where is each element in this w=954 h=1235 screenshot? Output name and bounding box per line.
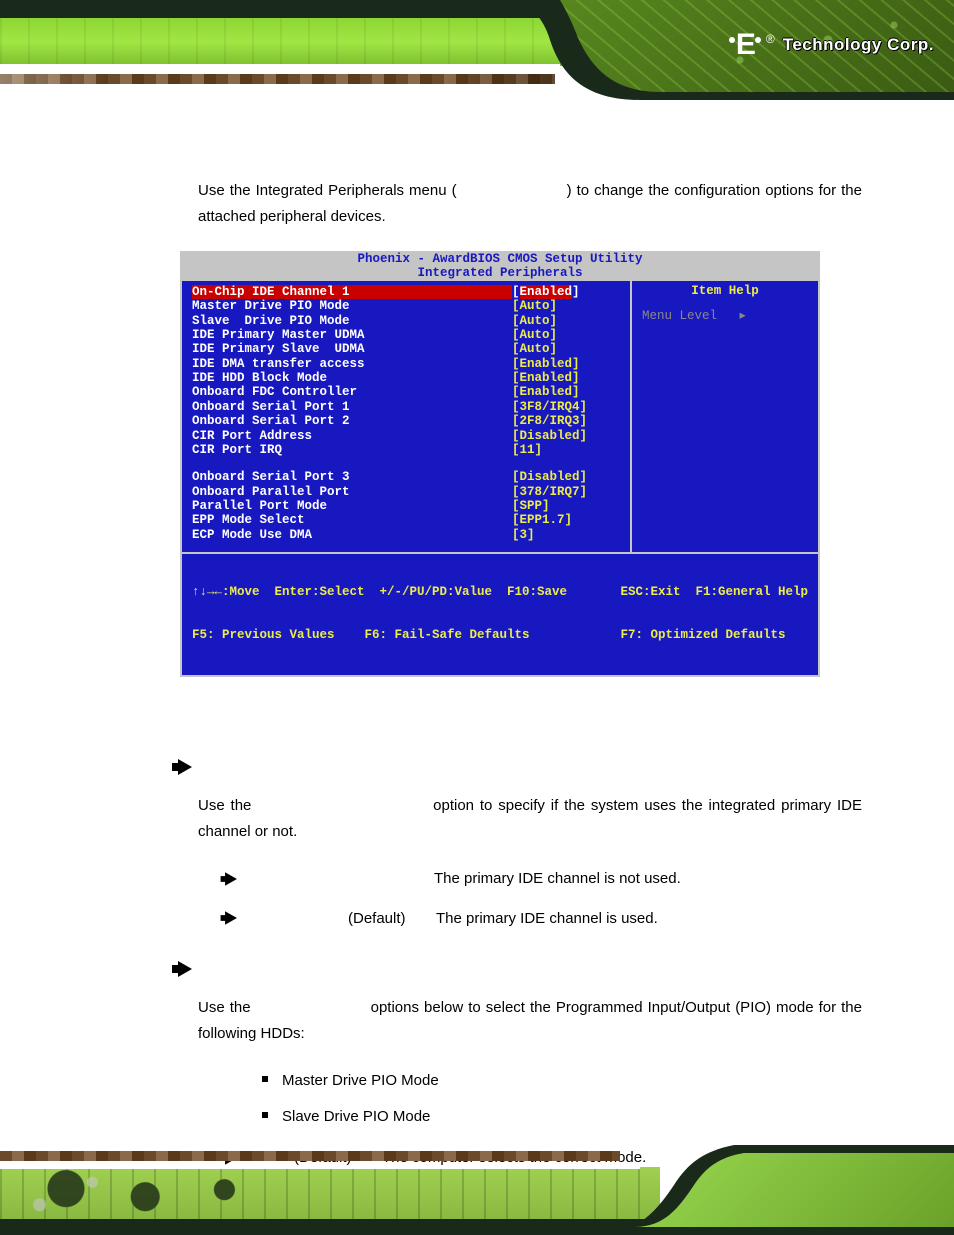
option-arrow-icon bbox=[225, 872, 237, 886]
bios-setting-label: CIR Port Address bbox=[192, 429, 512, 443]
section-arrow-icon bbox=[178, 759, 862, 775]
intro-paragraph: Use the Integrated Peripherals menu () t… bbox=[198, 178, 862, 229]
footer-green-strip bbox=[0, 1167, 660, 1221]
footer-divider bbox=[0, 1165, 640, 1169]
brand-logo: E ® Technology Corp. bbox=[728, 28, 934, 62]
bios-setting-value: [Auto] bbox=[512, 314, 622, 328]
option-row-enabled: (Default) The primary IDE channel is use… bbox=[224, 906, 862, 932]
header-divider bbox=[0, 64, 560, 68]
option-description: The primary IDE channel is not used. bbox=[434, 866, 862, 892]
bios-setting-label: Onboard FDC Controller bbox=[192, 385, 512, 399]
header-dark-strip bbox=[0, 0, 600, 18]
bios-setting-row: IDE HDD Block Mode[Enabled] bbox=[192, 371, 622, 385]
bios-setting-label: IDE Primary Master UDMA bbox=[192, 328, 512, 342]
bios-setting-label: Slave Drive PIO Mode bbox=[192, 314, 512, 328]
bios-setting-row: Onboard Serial Port 3[Disabled] bbox=[192, 470, 622, 484]
section-drive-pio-mode: Use the options below to select the Prog… bbox=[198, 961, 862, 1171]
bios-setting-label: On-Chip IDE Channel 1 bbox=[192, 285, 512, 299]
bios-setting-value: [EPP1.7] bbox=[512, 513, 622, 527]
bios-setting-label: IDE HDD Block Mode bbox=[192, 371, 512, 385]
pio-mode-list: Master Drive PIO Mode Slave Drive PIO Mo… bbox=[262, 1068, 862, 1129]
bios-setting-label: Onboard Serial Port 3 bbox=[192, 470, 512, 484]
bios-setting-value: [Enabled] bbox=[512, 285, 622, 299]
bios-setting-value: [Enabled] bbox=[512, 385, 622, 399]
bios-setting-label: CIR Port IRQ bbox=[192, 443, 512, 457]
bios-setting-value: [SPP] bbox=[512, 499, 622, 513]
bios-setting-label: IDE DMA transfer access bbox=[192, 357, 512, 371]
bios-setting-value: [Auto] bbox=[512, 299, 622, 313]
bios-settings-pane: On-Chip IDE Channel 1[Enabled]Master Dri… bbox=[182, 281, 630, 552]
bios-setting-row: Onboard Serial Port 2[2F8/IRQ3] bbox=[192, 414, 622, 428]
bios-setting-row: Onboard Serial Port 1[3F8/IRQ4] bbox=[192, 400, 622, 414]
bios-setting-row: Parallel Port Mode[SPP] bbox=[192, 499, 622, 513]
option-description: The primary IDE channel is used. bbox=[436, 906, 862, 932]
bios-setting-row: Master Drive PIO Mode[Auto] bbox=[192, 299, 622, 313]
section-arrow-icon bbox=[178, 961, 862, 977]
bios-footer: ↑↓→←:Move Enter:Select +/-/PU/PD:Value F… bbox=[180, 554, 820, 677]
option-default-marker: (Default) bbox=[348, 906, 436, 932]
bios-setting-value: [2F8/IRQ3] bbox=[512, 414, 622, 428]
bios-setting-value: [Enabled] bbox=[512, 357, 622, 371]
bios-setting-value: [Auto] bbox=[512, 342, 622, 356]
bios-setting-row: CIR Port Address[Disabled] bbox=[192, 429, 622, 443]
bios-setting-value: [11] bbox=[512, 443, 622, 457]
header-green-strip bbox=[0, 18, 600, 66]
bios-setting-row: Onboard Parallel Port[378/IRQ7] bbox=[192, 485, 622, 499]
bios-help-heading: Item Help bbox=[632, 281, 818, 301]
header-connector-bar bbox=[0, 74, 555, 84]
section-on-chip-ide: Use the option to specify if the system … bbox=[198, 759, 862, 931]
bios-setting-row: Slave Drive PIO Mode[Auto] bbox=[192, 314, 622, 328]
bios-setting-value: [Auto] bbox=[512, 328, 622, 342]
option-row-disabled: The primary IDE channel is not used. bbox=[224, 866, 862, 892]
bios-setting-row: IDE Primary Slave UDMA[Auto] bbox=[192, 342, 622, 356]
section-body: Use the option to specify if the system … bbox=[198, 793, 862, 844]
bios-setting-label: Master Drive PIO Mode bbox=[192, 299, 512, 313]
list-item: Master Drive PIO Mode bbox=[262, 1068, 862, 1094]
footer-curve bbox=[594, 1145, 954, 1235]
option-arrow-icon bbox=[225, 912, 237, 926]
bios-setting-row: IDE DMA transfer access[Enabled] bbox=[192, 357, 622, 371]
bios-help-pane: Item Help Menu Level ▸ bbox=[630, 281, 818, 552]
bios-screenshot: Phoenix - AwardBIOS CMOS Setup Utility I… bbox=[180, 251, 820, 677]
bios-setting-label: Onboard Serial Port 1 bbox=[192, 400, 512, 414]
brand-text: Technology Corp. bbox=[783, 35, 934, 55]
bios-title: Phoenix - AwardBIOS CMOS Setup Utility I… bbox=[180, 251, 820, 281]
bios-setting-label: Onboard Parallel Port bbox=[192, 485, 512, 499]
bios-setting-label: Onboard Serial Port 2 bbox=[192, 414, 512, 428]
bios-setting-row: IDE Primary Master UDMA[Auto] bbox=[192, 328, 622, 342]
menu-level-arrow-icon: ▸ bbox=[740, 309, 746, 323]
bios-setting-row: Onboard FDC Controller[Enabled] bbox=[192, 385, 622, 399]
bios-setting-value: [Enabled] bbox=[512, 371, 622, 385]
bios-setting-value: [Disabled] bbox=[512, 429, 622, 443]
footer-connector-bar bbox=[0, 1151, 620, 1161]
bios-setting-row: ECP Mode Use DMA[3] bbox=[192, 528, 622, 542]
bios-setting-value: [3F8/IRQ4] bbox=[512, 400, 622, 414]
bios-setting-value: [3] bbox=[512, 528, 622, 542]
brand-mark: E bbox=[728, 28, 762, 62]
bios-setting-label: EPP Mode Select bbox=[192, 513, 512, 527]
section-body: Use the options below to select the Prog… bbox=[198, 995, 862, 1046]
bios-setting-value: [Disabled] bbox=[512, 470, 622, 484]
header-banner: E ® Technology Corp. bbox=[0, 0, 954, 100]
list-item: Slave Drive PIO Mode bbox=[262, 1104, 862, 1130]
registered-icon: ® bbox=[766, 32, 775, 46]
bios-setting-row: On-Chip IDE Channel 1[Enabled] bbox=[192, 285, 622, 299]
bios-setting-value: [378/IRQ7] bbox=[512, 485, 622, 499]
footer-banner bbox=[0, 1145, 954, 1235]
bios-setting-label: ECP Mode Use DMA bbox=[192, 528, 512, 542]
bios-setting-label: IDE Primary Slave UDMA bbox=[192, 342, 512, 356]
page-content: Use the Integrated Peripherals menu () t… bbox=[0, 100, 954, 1171]
bios-setting-label: Parallel Port Mode bbox=[192, 499, 512, 513]
bios-setting-row: EPP Mode Select[EPP1.7] bbox=[192, 513, 622, 527]
bios-setting-row: CIR Port IRQ[11] bbox=[192, 443, 622, 457]
bios-help-body: Menu Level ▸ bbox=[632, 301, 818, 331]
